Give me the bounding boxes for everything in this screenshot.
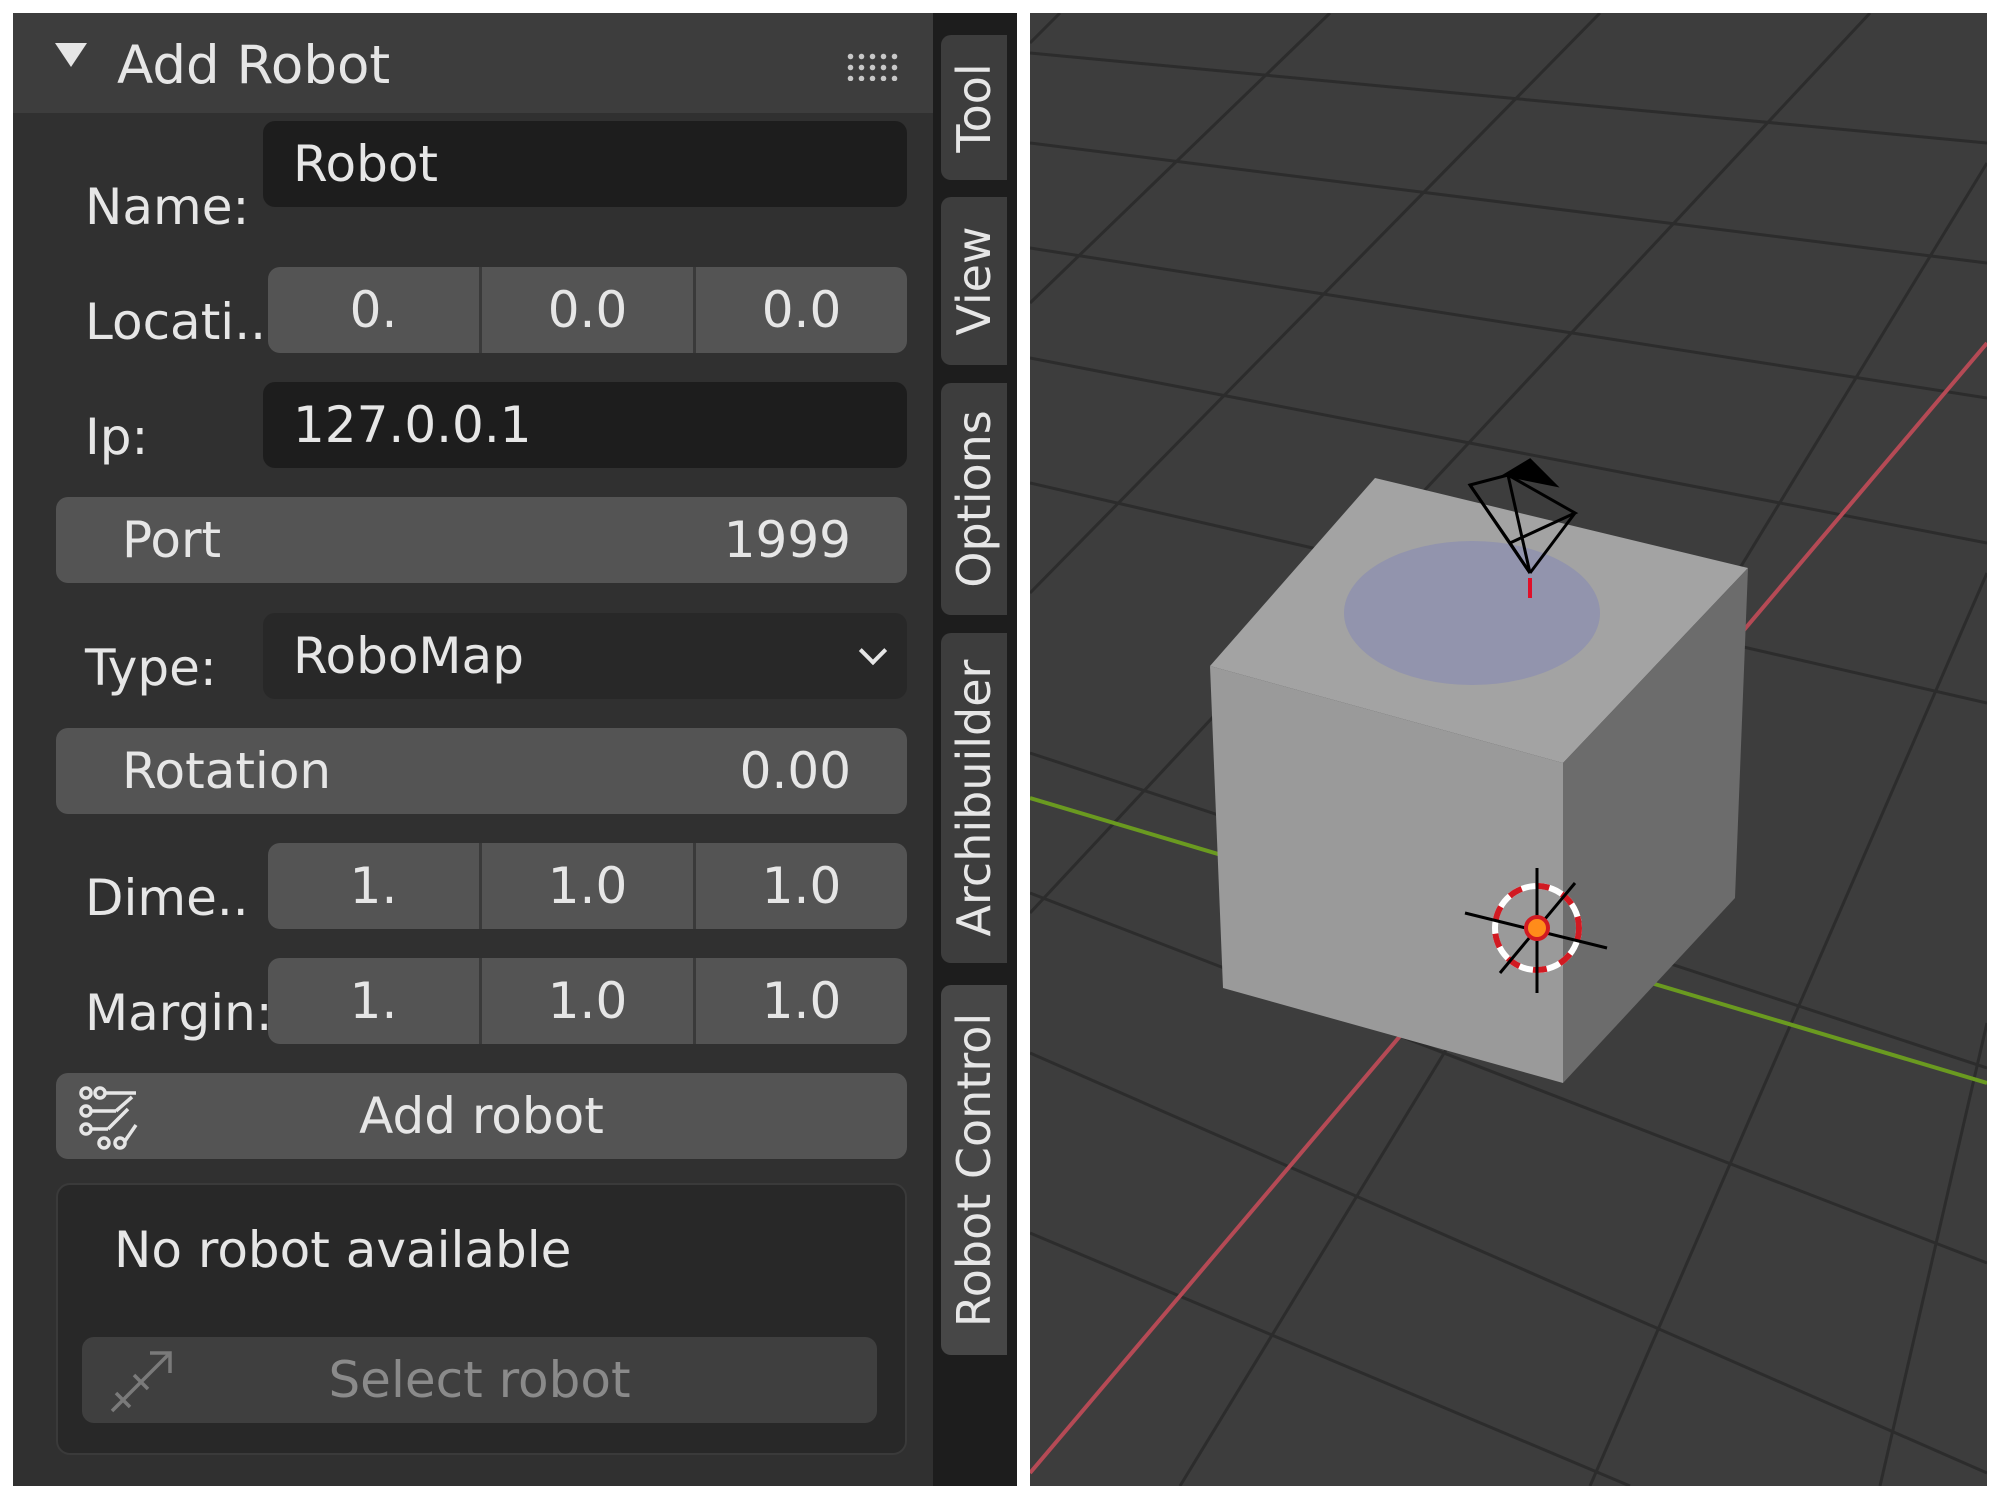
dimensions-vector: 1. 1.0 1.0 — [268, 843, 907, 929]
tab-view[interactable]: View — [941, 197, 1007, 365]
name-field[interactable]: Robot — [263, 121, 907, 207]
type-dropdown[interactable]: RoboMap — [263, 613, 907, 699]
add-robot-label: Add robot — [359, 1087, 604, 1145]
select-robot-label: Select robot — [328, 1351, 631, 1409]
select-robot-button[interactable]: Select robot — [82, 1337, 877, 1423]
type-value: RoboMap — [293, 627, 524, 685]
port-value: 1999 — [723, 511, 851, 569]
location-x-field[interactable]: 0. — [268, 267, 479, 353]
panel-title: Add Robot — [117, 35, 391, 96]
tab-robot-control[interactable]: Robot Control — [941, 985, 1007, 1355]
arrow-pick-icon — [110, 1351, 172, 1413]
robot-list-box: No robot available Select robot — [56, 1183, 907, 1455]
margin-label: Margin: — [85, 984, 273, 1042]
port-field[interactable]: Port 1999 — [56, 497, 907, 583]
location-z-field[interactable]: 0.0 — [693, 267, 907, 353]
name-label: Name: — [85, 178, 250, 236]
location-y-field[interactable]: 0.0 — [479, 267, 693, 353]
dimensions-label: Dime.. — [85, 869, 249, 927]
tab-archibuilder[interactable]: Archibuilder — [941, 633, 1007, 963]
dimensions-y-field[interactable]: 1.0 — [479, 843, 693, 929]
type-label: Type: — [85, 639, 217, 697]
no-robot-status: No robot available — [114, 1221, 572, 1279]
panel-header[interactable]: Add Robot — [13, 13, 933, 113]
ip-label: Ip: — [85, 408, 149, 466]
drag-handle-icon[interactable] — [845, 51, 899, 81]
tab-archibuilder-label: Archibuilder — [947, 659, 1001, 937]
ip-field[interactable]: 127.0.0.1 — [263, 382, 907, 468]
sidebar-tab-strip: Tool View Options Archibuilder Robot Con… — [933, 13, 1017, 1486]
tab-view-label: View — [947, 226, 1001, 336]
margin-vector: 1. 1.0 1.0 — [268, 958, 907, 1044]
location-label: Locati.. — [85, 293, 266, 351]
tab-options-label: Options — [947, 410, 1001, 588]
margin-x-field[interactable]: 1. — [268, 958, 479, 1044]
tab-tool[interactable]: Tool — [941, 35, 1007, 180]
3d-viewport[interactable] — [1030, 13, 1987, 1486]
rotation-value: 0.00 — [739, 742, 851, 800]
dimensions-z-field[interactable]: 1.0 — [693, 843, 907, 929]
tab-tool-label: Tool — [947, 62, 1001, 153]
rotation-field[interactable]: Rotation 0.00 — [56, 728, 907, 814]
add-robot-panel: Add Robot Name: Robot Locati.. 0. 0.0 0.… — [13, 13, 933, 1486]
tab-options[interactable]: Options — [941, 383, 1007, 615]
add-robot-button[interactable]: Add robot — [56, 1073, 907, 1159]
rotation-label: Rotation — [122, 742, 332, 800]
triangle-down-icon[interactable] — [55, 43, 87, 67]
chevron-down-icon — [858, 636, 888, 666]
viewport-scene[interactable] — [1030, 13, 1987, 1486]
margin-y-field[interactable]: 1.0 — [479, 958, 693, 1044]
location-vector: 0. 0.0 0.0 — [268, 267, 907, 353]
port-label: Port — [122, 511, 222, 569]
robot-circuit-icon — [79, 1086, 138, 1150]
dimensions-x-field[interactable]: 1. — [268, 843, 479, 929]
tab-robot-control-label: Robot Control — [947, 1012, 1001, 1328]
margin-z-field[interactable]: 1.0 — [693, 958, 907, 1044]
